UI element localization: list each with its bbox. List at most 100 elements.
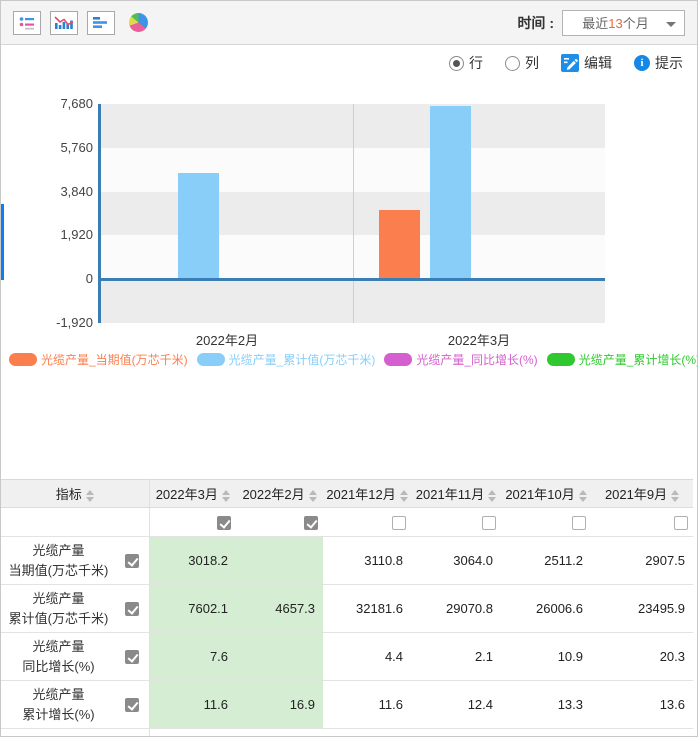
header-month[interactable]: 2022年3月 bbox=[149, 480, 236, 508]
value-cell: 16.9 bbox=[236, 681, 323, 729]
header-month[interactable]: 2021年10月 bbox=[501, 480, 591, 508]
legend-swatch bbox=[384, 353, 412, 366]
sort-icon[interactable] bbox=[671, 490, 679, 502]
header-month[interactable]: 2021年12月 bbox=[323, 480, 411, 508]
column-select-cell bbox=[501, 508, 591, 537]
value-cell: 13.6 bbox=[591, 681, 693, 729]
legend-item[interactable]: 光缆产量_同比增长(%) bbox=[384, 351, 537, 368]
value-cell: 4.4 bbox=[323, 633, 411, 681]
x-axis-category-label: 2022年3月 bbox=[409, 330, 549, 349]
empty-cell bbox=[1, 729, 149, 737]
toolbar: 时间 : 最近13个月 bbox=[1, 1, 697, 45]
row-select-cell bbox=[116, 537, 149, 585]
sort-icon[interactable] bbox=[222, 490, 230, 502]
sort-icon[interactable] bbox=[579, 490, 587, 502]
y-axis-tick-label: 0 bbox=[1, 271, 93, 286]
legend-item[interactable]: 光缆产量_累计增长(%) bbox=[547, 351, 697, 368]
value-cell: 10.9 bbox=[501, 633, 591, 681]
pie-chart-button[interactable] bbox=[124, 11, 152, 35]
value-cell: 29070.8 bbox=[411, 585, 501, 633]
table-row: 光缆产量累计增长(%)11.616.911.612.413.313.6 bbox=[1, 681, 693, 729]
chart-legend: 光缆产量_当期值(万芯千米) 光缆产量_累计值(万芯千米) 光缆产量_同比增长(%)… bbox=[9, 351, 697, 368]
checkbox-checked[interactable] bbox=[125, 698, 139, 712]
value-cell: 2.1 bbox=[411, 633, 501, 681]
table-row: 光缆产量同比增长(%)7.64.42.110.920.3 bbox=[1, 633, 693, 681]
column-select-cell bbox=[411, 508, 501, 537]
value-cell bbox=[236, 537, 323, 585]
empty-cell bbox=[323, 729, 411, 737]
value-cell: 3018.2 bbox=[149, 537, 236, 585]
radio-row[interactable]: 行 bbox=[449, 53, 483, 73]
y-axis-tick-label: -1,920 bbox=[1, 315, 93, 330]
data-table: 指标2022年3月2022年2月2021年12月2021年11月2021年10月… bbox=[1, 479, 693, 737]
row-select-cell bbox=[116, 633, 149, 681]
hbar-chart-icon bbox=[93, 16, 109, 29]
value-cell: 23495.9 bbox=[591, 585, 693, 633]
bar-光缆产量_累计值(万芯千米)[interactable] bbox=[178, 173, 219, 279]
checkbox-checked[interactable] bbox=[304, 516, 318, 530]
radio-column-label: 列 bbox=[525, 53, 539, 73]
empty-cell bbox=[591, 729, 693, 737]
legend-label: 光缆产量_同比增长(%) bbox=[416, 351, 537, 368]
combo-chart-button[interactable] bbox=[50, 11, 78, 35]
legend-label: 光缆产量_累计值(万芯千米) bbox=[229, 351, 376, 368]
value-cell: 3110.8 bbox=[323, 537, 411, 585]
radio-row-label: 行 bbox=[469, 53, 483, 73]
header-month[interactable]: 2022年2月 bbox=[236, 480, 323, 508]
value-cell: 11.6 bbox=[323, 681, 411, 729]
info-icon: i bbox=[634, 55, 650, 71]
data-table-wrap: 指标2022年3月2022年2月2021年12月2021年11月2021年10月… bbox=[1, 479, 693, 737]
list-config-button[interactable] bbox=[13, 11, 41, 35]
y-axis-tick-label: 5,760 bbox=[1, 140, 93, 155]
checkbox-unchecked[interactable] bbox=[572, 516, 586, 530]
checkbox-checked[interactable] bbox=[125, 650, 139, 664]
y-axis-tick-label: 3,840 bbox=[1, 184, 93, 199]
value-cell: 12.4 bbox=[411, 681, 501, 729]
checkbox-checked[interactable] bbox=[125, 602, 139, 616]
checkbox-unchecked[interactable] bbox=[392, 516, 406, 530]
edit-button[interactable]: 编辑 bbox=[561, 53, 612, 73]
zero-axis-line bbox=[101, 278, 605, 281]
bar-光缆产量_累计值(万芯千米)[interactable] bbox=[430, 106, 471, 279]
sort-icon[interactable] bbox=[309, 490, 317, 502]
time-range-select[interactable]: 最近13个月 bbox=[562, 10, 685, 36]
checkbox-checked[interactable] bbox=[125, 554, 139, 568]
sort-icon[interactable] bbox=[488, 490, 496, 502]
bar-chart: 7,6805,7603,8401,9200-1,9202022年2月2022年3… bbox=[1, 81, 697, 479]
legend-swatch bbox=[547, 353, 575, 366]
value-cell: 2511.2 bbox=[501, 537, 591, 585]
tip-button[interactable]: i 提示 bbox=[634, 53, 683, 73]
header-month[interactable]: 2021年9月 bbox=[591, 480, 693, 508]
combo-chart-icon bbox=[54, 15, 74, 30]
checkbox-checked[interactable] bbox=[217, 516, 231, 530]
sort-icon[interactable] bbox=[400, 490, 408, 502]
row-select-cell bbox=[116, 585, 149, 633]
sort-icon[interactable] bbox=[86, 490, 94, 502]
pie-chart-icon bbox=[129, 13, 148, 32]
hbar-chart-button[interactable] bbox=[87, 11, 115, 35]
value-cell: 26006.6 bbox=[501, 585, 591, 633]
legend-swatch bbox=[9, 353, 37, 366]
scroll-indicator[interactable] bbox=[1, 204, 4, 280]
dashboard: 时间 : 最近13个月 行 列 编辑 i 提示 bbox=[0, 0, 698, 737]
checkbox-unchecked[interactable] bbox=[482, 516, 496, 530]
header-indicator[interactable]: 指标 bbox=[1, 480, 149, 508]
value-cell: 7.6 bbox=[149, 633, 236, 681]
header-month[interactable]: 2021年11月 bbox=[411, 480, 501, 508]
checkbox-unchecked[interactable] bbox=[674, 516, 688, 530]
x-axis-category-label: 2022年2月 bbox=[157, 330, 297, 349]
legend-item[interactable]: 光缆产量_当期值(万芯千米) bbox=[9, 351, 188, 368]
empty-cell bbox=[411, 729, 501, 737]
value-cell: 13.3 bbox=[501, 681, 591, 729]
value-cell bbox=[236, 633, 323, 681]
empty-cell bbox=[236, 729, 323, 737]
radio-column-icon[interactable] bbox=[505, 56, 520, 71]
list-config-icon bbox=[19, 16, 36, 30]
legend-item[interactable]: 光缆产量_累计值(万芯千米) bbox=[197, 351, 376, 368]
column-select-cell bbox=[323, 508, 411, 537]
radio-column[interactable]: 列 bbox=[505, 53, 539, 73]
value-cell: 3064.0 bbox=[411, 537, 501, 585]
bar-光缆产量_当期值(万芯千米)[interactable] bbox=[379, 210, 420, 279]
indicator-name: 光缆产量当期值(万芯千米) bbox=[1, 537, 116, 585]
radio-row-icon[interactable] bbox=[449, 56, 464, 71]
